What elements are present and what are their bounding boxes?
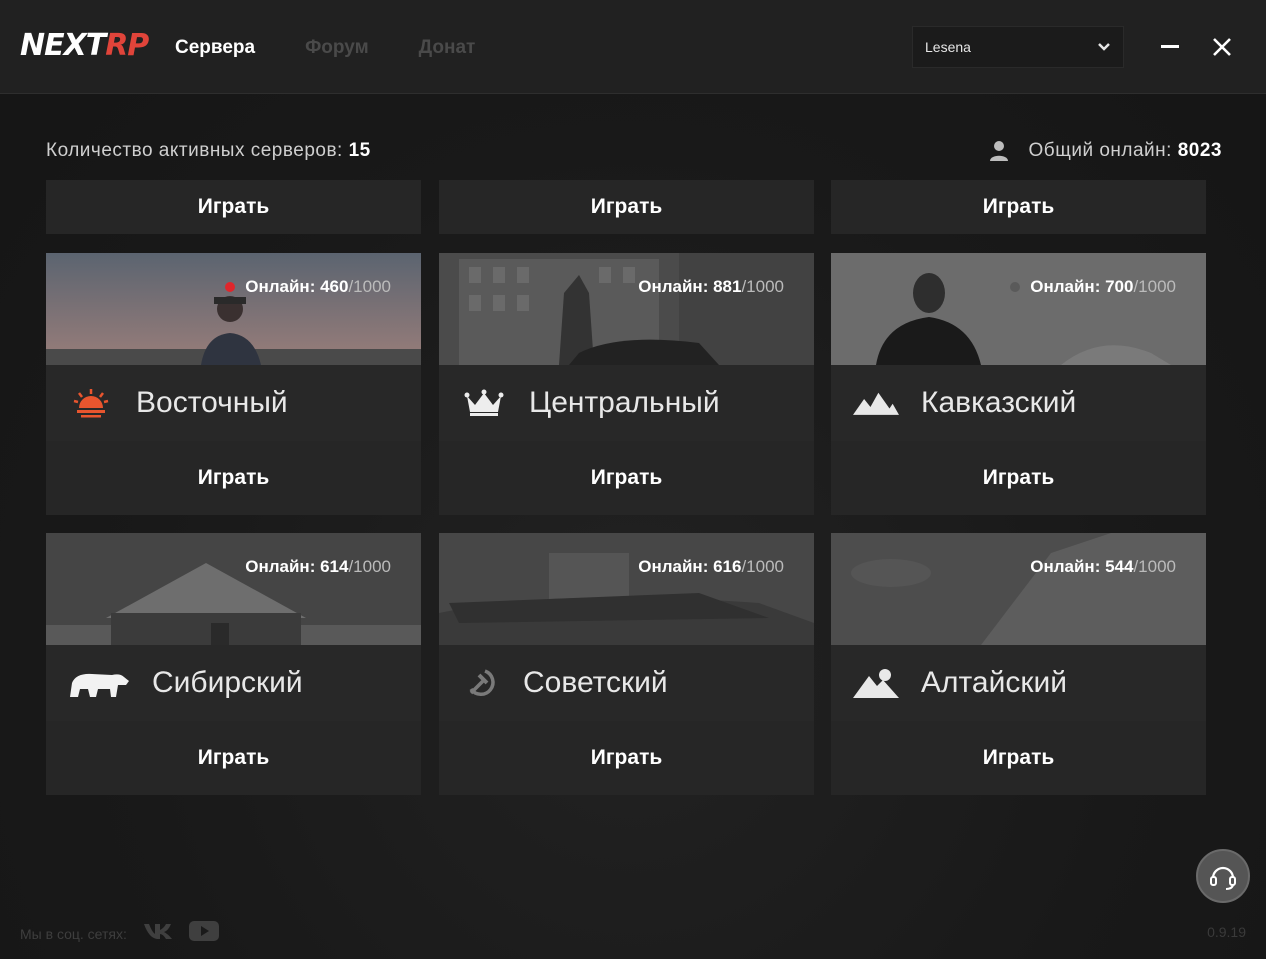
sunrise-icon [68, 385, 114, 421]
server-photo [831, 253, 1206, 365]
active-servers-label: Количество активных серверов: [46, 140, 343, 161]
top-bar: NEXTRP Сервера Форум Донат Lesena [0, 0, 1266, 94]
support-button[interactable] [1196, 849, 1250, 903]
server-card-altaisky: Онлайн: 544/1000 Алтайский Играть [831, 533, 1206, 795]
active-servers-stat: Количество активных серверов: 15 [46, 140, 371, 162]
server-namebar: Алтайский [831, 645, 1206, 721]
mountain-moon-icon [853, 665, 899, 701]
server-photo [831, 533, 1206, 645]
server-name: Кавказский [921, 386, 1077, 419]
server-name: Центральный [529, 386, 720, 419]
main-nav: Сервера Форум Донат [175, 36, 475, 60]
play-button[interactable]: Играть [46, 180, 421, 234]
youtube-icon[interactable] [188, 920, 219, 947]
online-counter: Онлайн: 544/1000 [1030, 557, 1176, 576]
server-namebar: Советский [439, 645, 814, 721]
play-button[interactable]: Играть [46, 441, 421, 515]
server-namebar: Кавказский [831, 365, 1206, 441]
vk-icon[interactable] [143, 922, 173, 945]
play-button[interactable]: Играть [46, 721, 421, 795]
server-name: Восточный [136, 386, 288, 419]
server-photo [439, 533, 814, 645]
server-namebar: Восточный [46, 365, 421, 441]
play-button[interactable]: Играть [439, 721, 814, 795]
play-button[interactable]: Играть [439, 180, 814, 234]
play-button[interactable]: Играть [831, 180, 1206, 234]
mountains-icon [853, 385, 899, 421]
server-card-vostochny: Онлайн: 460/1000 Восточный Играть [46, 253, 421, 515]
crown-icon [461, 385, 507, 421]
online-counter: Онлайн: 460/1000 [225, 277, 391, 297]
server-name: Советский [523, 666, 668, 699]
online-counter: Онлайн: 614/1000 [245, 557, 391, 576]
online-counter: Онлайн: 700/1000 [1010, 277, 1176, 297]
social-label: Мы в соц. сетях: [20, 925, 127, 942]
minimize-button[interactable] [1155, 30, 1185, 64]
nav-tab-forum[interactable]: Форум [305, 36, 369, 60]
nav-tab-donate[interactable]: Донат [419, 36, 476, 60]
social-links: Мы в соц. сетях: [20, 920, 219, 947]
online-counter: Онлайн: 616/1000 [638, 557, 784, 576]
total-online-count: 8023 [1177, 140, 1222, 161]
server-card-kavkazsky: Онлайн: 700/1000 Кавказский Играть [831, 253, 1206, 515]
server-name: Алтайский [921, 666, 1068, 699]
app-version: 0.9.19 [1207, 924, 1246, 940]
play-button[interactable]: Играть [439, 441, 814, 515]
server-card-centralny: Онлайн: 881/1000 Центральный Играть [439, 253, 814, 515]
online-counter: Онлайн: 881/1000 [638, 277, 784, 296]
status-dot [225, 282, 236, 292]
launcher-window: NEXTRP Сервера Форум Донат Lesena Количе… [0, 0, 1266, 959]
close-button[interactable] [1207, 30, 1237, 64]
account-select[interactable]: Lesena [912, 26, 1124, 68]
play-button[interactable]: Играть [831, 721, 1206, 795]
active-servers-count: 15 [348, 140, 371, 161]
nav-tab-servers[interactable]: Сервера [175, 36, 255, 60]
account-select-value: Lesena [925, 39, 971, 55]
chevron-down-icon [1097, 39, 1111, 55]
server-photo [46, 533, 421, 645]
app-logo: NEXTRP [20, 28, 149, 63]
close-icon [1213, 38, 1231, 56]
play-button[interactable]: Играть [831, 441, 1206, 515]
user-icon [989, 141, 1008, 161]
server-card-sovetsky: Онлайн: 616/1000 Советский Играть [439, 533, 814, 795]
headset-icon [1210, 866, 1236, 890]
minimize-icon [1161, 45, 1179, 48]
server-namebar: Центральный [439, 365, 814, 441]
polar-bear-icon [68, 665, 130, 701]
server-photo [46, 253, 421, 365]
server-namebar: Сибирский [46, 645, 421, 721]
status-dot [1010, 282, 1021, 292]
server-photo [439, 253, 814, 365]
server-name: Сибирский [152, 666, 303, 699]
hammer-sickle-icon [461, 665, 501, 701]
total-online-stat: Общий онлайн: 8023 [989, 140, 1222, 162]
server-card-sibirsky: Онлайн: 614/1000 Сибирский Играть [46, 533, 421, 795]
total-online-label: Общий онлайн: [1028, 140, 1172, 161]
